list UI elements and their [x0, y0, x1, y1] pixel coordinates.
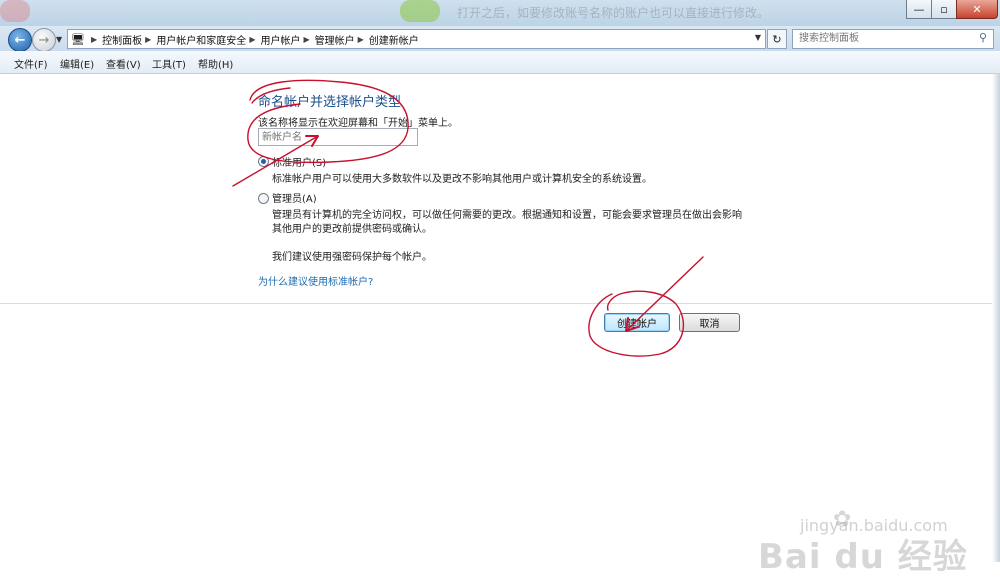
breadcrumb-separator-icon[interactable]: ▶ [249, 35, 255, 44]
watermark-url: jingyan.baidu.com [800, 516, 948, 535]
breadcrumb-separator-icon[interactable]: ▶ [303, 35, 309, 44]
standard-user-label[interactable]: 标准用户(S) [272, 154, 326, 169]
back-button[interactable]: ← [8, 28, 32, 52]
menu-bar: 文件(F) 编辑(E) 查看(V) 工具(T) 帮助(H) [0, 51, 1000, 74]
minimize-button[interactable]: — [906, 0, 932, 19]
background-text: 打开之后，如要修改账号名称的账户也可以直接进行修改。 [457, 6, 770, 20]
maximize-icon: ▫ [940, 2, 948, 16]
address-bar[interactable]: 🖥 ▶ 控制面板 ▶ 用户帐户和家庭安全 ▶ 用户帐户 ▶ 管理帐户 ▶ 创建新… [67, 29, 766, 49]
back-arrow-icon: ← [14, 32, 26, 48]
standard-user-radio[interactable] [258, 156, 269, 167]
breadcrumb-user-accounts-family[interactable]: 用户帐户和家庭安全 [156, 32, 246, 47]
menu-file[interactable]: 文件(F) [14, 56, 48, 71]
standard-user-description: 标准帐户用户可以使用大多数软件以及更改不影响其他用户或计算机安全的系统设置。 [272, 174, 652, 185]
administrator-radio[interactable] [258, 193, 269, 204]
window-title-bar: 打开之后，如要修改账号名称的账户也可以直接进行修改。 — ▫ ✕ [0, 0, 1000, 26]
close-icon: ✕ [972, 2, 982, 16]
breadcrumb-manage-accounts[interactable]: 管理帐户 [315, 32, 355, 47]
forward-button[interactable]: → [32, 28, 56, 52]
minimize-icon: — [913, 2, 925, 16]
address-dropdown-icon[interactable]: ▼ [755, 33, 761, 42]
breadcrumb-control-panel[interactable]: 控制面板 [102, 32, 142, 47]
menu-tools[interactable]: 工具(T) [152, 56, 186, 71]
maximize-button[interactable]: ▫ [931, 0, 957, 19]
baidu-watermark-logo: ✿ Bai du 经验 [758, 507, 968, 578]
administrator-label[interactable]: 管理员(A) [272, 190, 317, 205]
window-edge-shadow [992, 74, 1000, 562]
background-blob [400, 0, 440, 22]
refresh-button[interactable]: ↻ [767, 29, 787, 49]
divider [0, 303, 1000, 304]
refresh-icon: ↻ [772, 32, 782, 46]
breadcrumb-separator-icon[interactable]: ▶ [358, 35, 364, 44]
password-recommendation: 我们建议使用强密码保护每个帐户。 [272, 252, 432, 263]
create-account-button[interactable]: 创建帐户 [604, 313, 670, 332]
cancel-button[interactable]: 取消 [679, 313, 740, 332]
forward-arrow-icon: → [38, 32, 50, 48]
recent-pages-dropdown-icon[interactable]: ▼ [56, 35, 62, 44]
administrator-description-line2: 其他用户的更改前提供密码或确认。 [272, 224, 432, 235]
navigation-bar: ← → ▼ 🖥 ▶ 控制面板 ▶ 用户帐户和家庭安全 ▶ 用户帐户 ▶ 管理帐户… [0, 26, 1000, 52]
page-title: 命名帐户并选择帐户类型 [258, 95, 402, 110]
breadcrumb-create-account[interactable]: 创建新帐户 [369, 32, 419, 47]
watermark-logo-text: Bai du 经验 [758, 537, 968, 577]
breadcrumb-separator-icon[interactable]: ▶ [91, 35, 97, 44]
administrator-description-line1: 管理员有计算机的完全访问权，可以做任何需要的更改。根据通知和设置，可能会要求管理… [272, 210, 742, 221]
search-input[interactable] [793, 30, 969, 46]
menu-help[interactable]: 帮助(H) [198, 56, 233, 71]
breadcrumb-user-accounts[interactable]: 用户帐户 [260, 32, 300, 47]
why-standard-account-link[interactable]: 为什么建议使用标准帐户? [258, 273, 373, 288]
background-blob [0, 0, 30, 22]
close-button[interactable]: ✕ [956, 0, 998, 19]
search-icon[interactable]: ⚲ [979, 31, 987, 44]
breadcrumb-separator-icon[interactable]: ▶ [145, 35, 151, 44]
search-box[interactable]: ⚲ [792, 29, 994, 49]
account-name-input[interactable] [258, 128, 418, 146]
menu-view[interactable]: 查看(V) [106, 56, 141, 71]
control-panel-icon: 🖥 [71, 32, 85, 46]
menu-edit[interactable]: 编辑(E) [60, 56, 94, 71]
main-content: 命名帐户并选择帐户类型 该名称将显示在欢迎屏幕和「开始」菜单上。 标准用户(S)… [0, 74, 1000, 577]
page-subtitle: 该名称将显示在欢迎屏幕和「开始」菜单上。 [258, 118, 458, 129]
